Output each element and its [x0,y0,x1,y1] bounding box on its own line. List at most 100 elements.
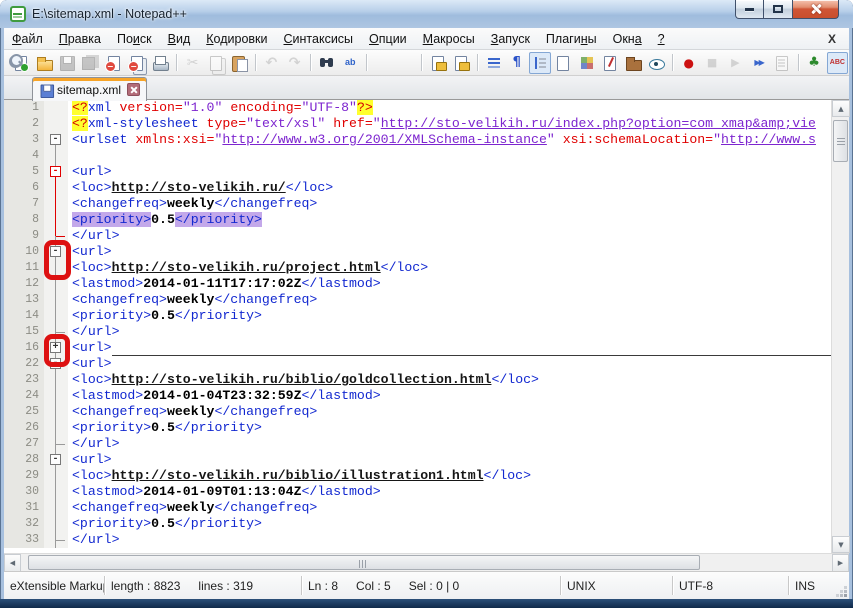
sync-horizontal-button[interactable] [451,52,472,74]
code-url-link[interactable]: http://sto-velikih.ru/biblio/illustratio… [112,468,484,483]
line-number[interactable]: 7 [4,196,44,212]
menu-item-9[interactable]: Плагины [538,29,605,49]
menu-item-11[interactable]: ? [650,29,673,49]
menu-item-6[interactable]: Опции [361,29,415,49]
indent-guide-button[interactable] [529,52,550,74]
maximize-button[interactable] [764,0,792,19]
line-number[interactable]: 3 [4,132,44,148]
folder-as-workspace-button[interactable] [623,52,644,74]
fold-marker-open[interactable]: - [50,134,61,145]
code-url-link[interactable]: http://sto-velikih.ru/ [112,180,286,195]
line-number[interactable]: 9 [4,228,44,244]
zoom-in-button[interactable]: + [372,52,393,74]
line-number[interactable]: 28 [4,452,44,468]
open-button[interactable] [33,52,54,74]
redo-button[interactable]: ↷ [284,52,305,74]
macro-play-button[interactable]: ▶ [725,52,746,74]
menu-item-4[interactable]: Кодировки [198,29,275,49]
line-number[interactable]: 22 [4,356,44,372]
fold-marker-open[interactable]: - [50,166,61,177]
macro-save-button[interactable] [771,52,792,74]
horizontal-scroll-thumb[interactable] [28,555,700,570]
document-close-x-button[interactable]: X [823,30,841,48]
line-number[interactable]: 11 [4,260,44,276]
code-url-link[interactable]: http://sto-velikih.ru/project.html [112,260,381,275]
scroll-right-button[interactable]: ▶ [832,554,849,572]
horizontal-scrollbar[interactable]: ◀ ▶ [4,553,849,571]
line-number[interactable]: 2 [4,116,44,132]
line-number[interactable]: 10 [4,244,44,260]
show-all-chars-button[interactable]: ¶ [506,52,527,74]
line-number[interactable]: 13 [4,292,44,308]
macro-run-multiple-button[interactable]: ▶▶ [748,52,769,74]
copy-button[interactable] [205,52,226,74]
line-number[interactable]: 4 [4,148,44,164]
line-number[interactable]: 14 [4,308,44,324]
paste-button[interactable] [229,52,250,74]
undo-button[interactable]: ↶ [261,52,282,74]
close-button[interactable] [792,0,839,19]
menu-item-8[interactable]: Запуск [483,29,538,49]
close-all-button[interactable] [126,52,147,74]
line-number[interactable]: 8 [4,212,44,228]
code-url-link[interactable]: http://sto-velikih.ru/biblio/goldcollect… [112,372,492,387]
tab-sitemap-xml[interactable]: sitemap.xml [32,77,147,101]
line-number[interactable]: 6 [4,180,44,196]
line-number[interactable]: 15 [4,324,44,340]
macro-record-button[interactable]: ● [678,52,699,74]
plugin-tree-button[interactable]: ♣ [803,52,824,74]
scroll-up-button[interactable]: ▲ [832,100,850,117]
code-url-link[interactable]: http://www.w3.org/2001/XMLSchema-instanc… [222,132,546,147]
line-number[interactable]: 33 [4,532,44,548]
line-number[interactable]: 29 [4,468,44,484]
scroll-left-button[interactable]: ◀ [4,554,21,572]
code-editor[interactable]: 1<?xml version="1.0" encoding="UTF-8"?>2… [4,100,849,553]
menu-item-5[interactable]: Синтаксисы [276,29,362,49]
menu-item-0[interactable]: Файл [4,29,51,49]
document-switcher-button[interactable] [599,52,620,74]
status-eol-format[interactable]: UNIX [561,572,672,599]
document-map-button[interactable] [576,52,597,74]
find-button[interactable] [316,52,337,74]
line-number[interactable]: 1 [4,100,44,116]
spellcheck-abc-button[interactable]: ABC [827,52,848,74]
line-number[interactable]: 24 [4,388,44,404]
line-number[interactable]: 16 [4,340,44,356]
function-list-button[interactable]: ƒ [553,52,574,74]
title-bar[interactable]: E:\sitemap.xml - Notepad++ [0,0,853,28]
zoom-out-button[interactable]: − [395,52,416,74]
status-insert-mode[interactable]: INS [789,572,849,599]
status-encoding[interactable]: UTF-8 [673,572,788,599]
word-wrap-button[interactable] [483,52,504,74]
print-button[interactable] [150,52,171,74]
view-eye-button[interactable] [646,52,667,74]
menu-item-1[interactable]: Правка [51,29,109,49]
line-number[interactable]: 12 [4,276,44,292]
tab-close-icon[interactable] [127,83,140,96]
line-number[interactable]: 23 [4,372,44,388]
menu-item-2[interactable]: Поиск [109,29,160,49]
line-number[interactable]: 31 [4,500,44,516]
scroll-down-button[interactable]: ▼ [832,536,850,553]
cut-button[interactable]: ✂ [182,52,203,74]
line-number[interactable]: 26 [4,420,44,436]
menu-item-3[interactable]: Вид [160,29,199,49]
close-button[interactable] [103,52,124,74]
code-url-link[interactable]: http://www.s [721,132,816,147]
fold-marker-open[interactable]: - [50,454,61,465]
resize-grip[interactable] [844,594,847,597]
minimize-button[interactable] [735,0,764,19]
save-button[interactable] [57,52,78,74]
menu-item-10[interactable]: Окна [605,29,650,49]
code-url-link[interactable]: http://sto-velikih.ru/index.php?option=c… [381,116,816,131]
line-number[interactable]: 5 [4,164,44,180]
menu-item-7[interactable]: Макросы [415,29,483,49]
line-number[interactable]: 30 [4,484,44,500]
vertical-scrollbar[interactable]: ▲ ▼ [831,100,849,553]
save-all-button[interactable] [80,52,101,74]
sync-vertical-button[interactable] [427,52,448,74]
vertical-scroll-thumb[interactable] [833,120,848,162]
replace-button[interactable]: ab [340,52,361,74]
line-number[interactable]: 27 [4,436,44,452]
macro-stop-button[interactable]: ■ [701,52,722,74]
